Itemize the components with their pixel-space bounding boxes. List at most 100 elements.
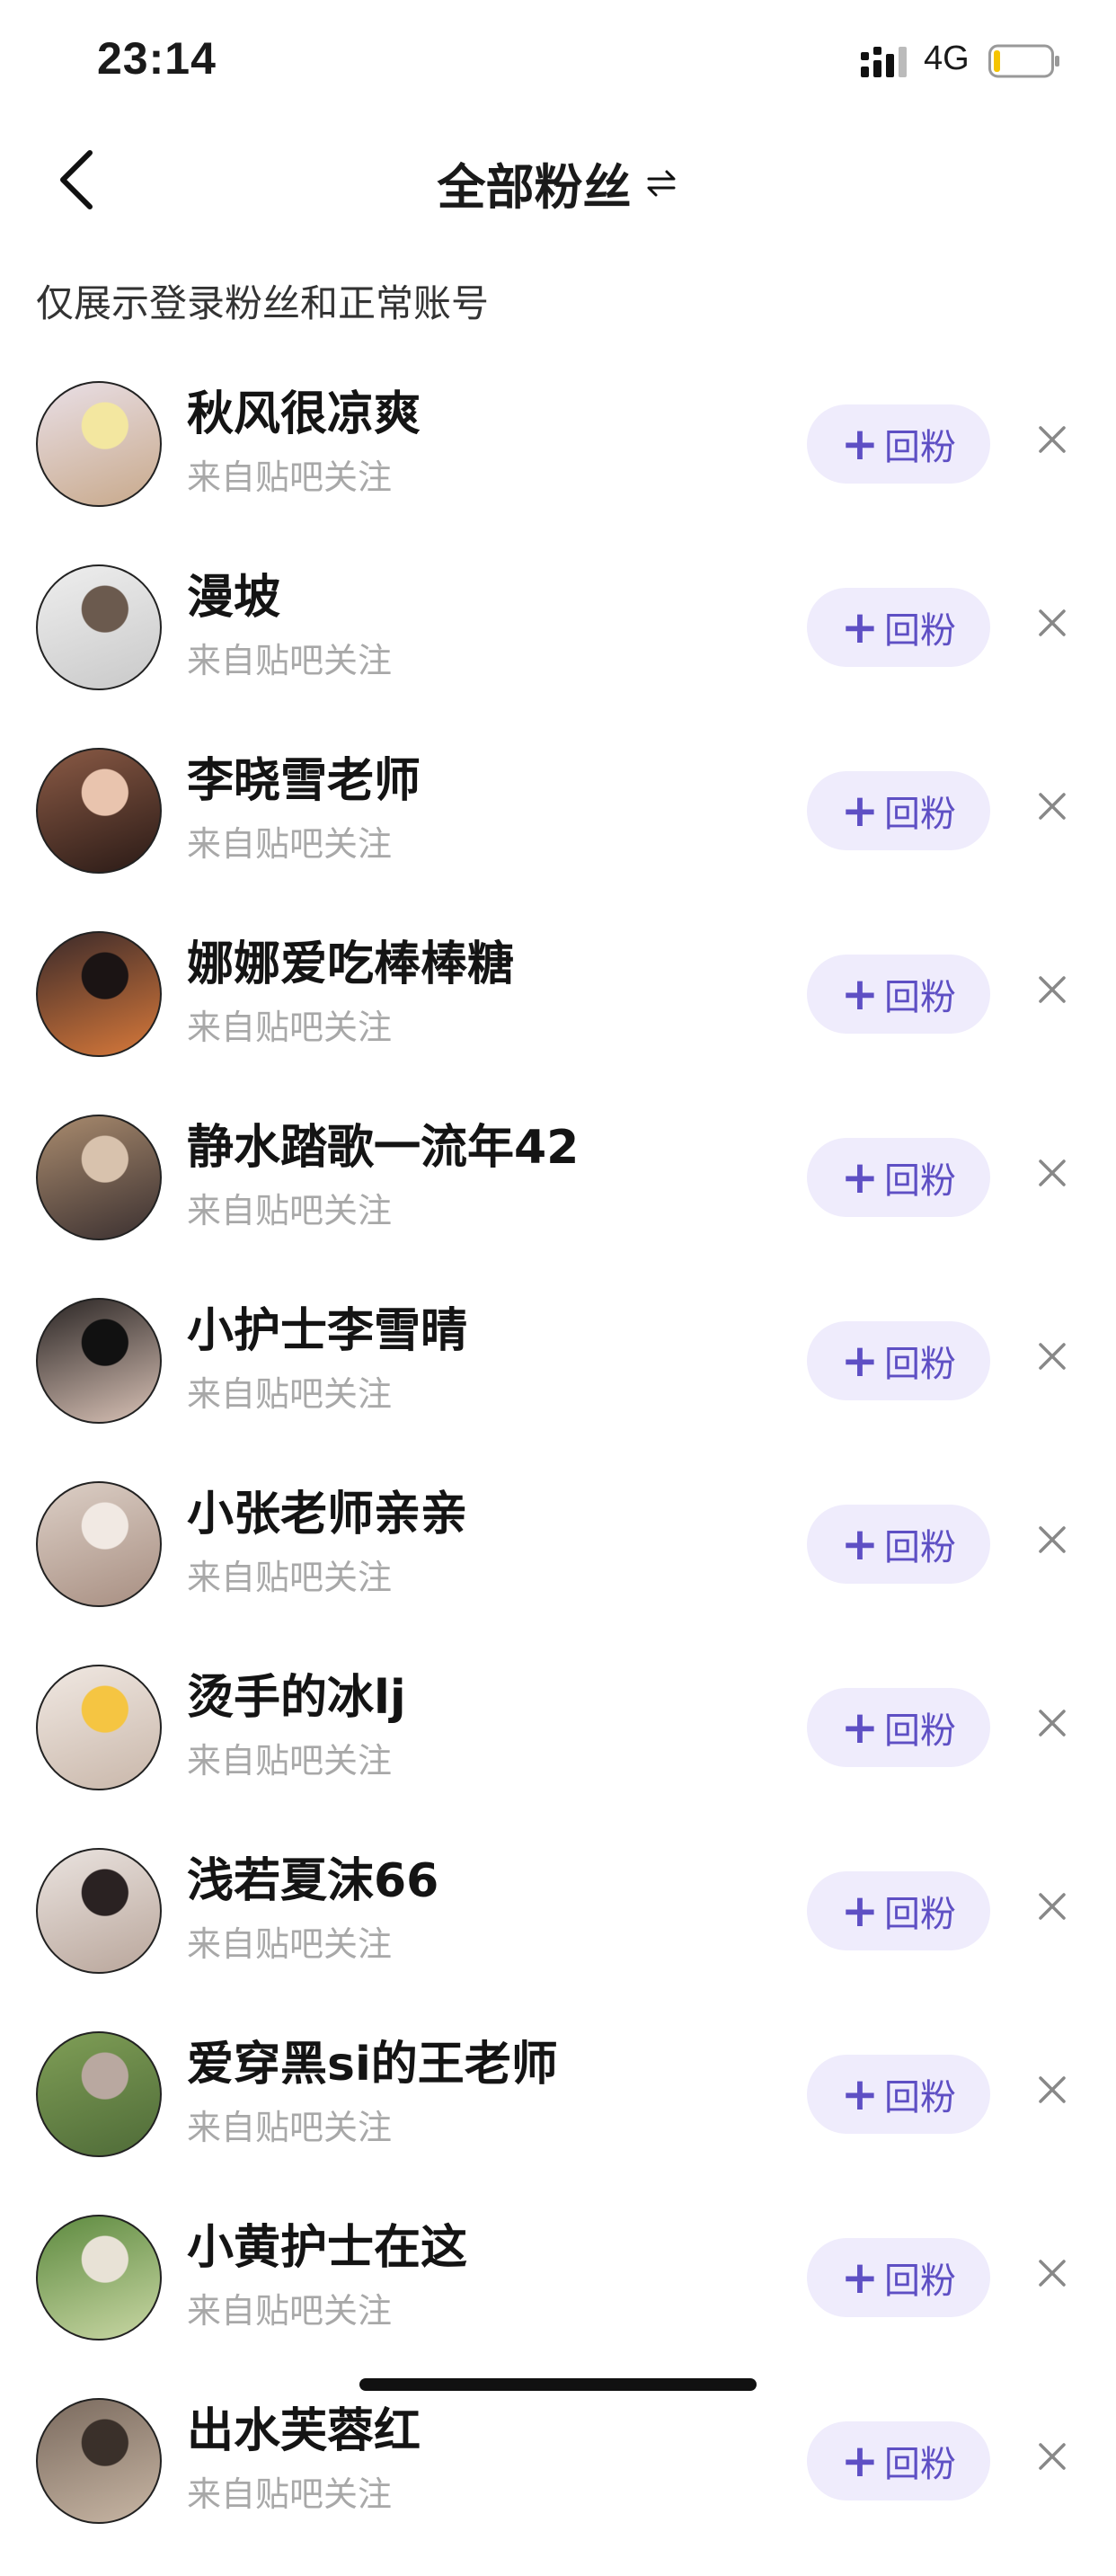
switch-arrows-icon[interactable] <box>643 165 679 201</box>
plus-icon: + <box>841 968 879 1020</box>
fan-list-item[interactable]: 小护士李雪晴 来自贴吧关注 + 回粉 <box>0 1292 1116 1476</box>
fan-source: 来自贴吧关注 <box>187 824 393 864</box>
fan-name[interactable]: 浅若夏沫66 <box>187 1843 438 1910</box>
remove-fan-close-icon[interactable] <box>1032 2436 1073 2477</box>
avatar[interactable] <box>36 381 162 507</box>
remove-fan-close-icon[interactable] <box>1032 1702 1073 1744</box>
follow-back-button[interactable]: + 回粉 <box>807 2238 990 2317</box>
follow-back-button[interactable]: + 回粉 <box>807 955 990 1034</box>
remove-fan-close-icon[interactable] <box>1032 1886 1073 1927</box>
follow-back-label: 回粉 <box>883 1344 956 1385</box>
plus-icon: + <box>841 1701 879 1754</box>
fan-name[interactable]: 出水芙蓉红 <box>187 2393 421 2460</box>
avatar[interactable] <box>36 1298 162 1424</box>
remove-fan-close-icon[interactable] <box>1032 1336 1073 1377</box>
status-bar: 23:14 4G <box>0 0 1116 126</box>
avatar[interactable] <box>36 931 162 1057</box>
follow-back-label: 回粉 <box>883 610 956 652</box>
fan-list-item[interactable]: 娜娜爱吃棒棒糖来自贴吧关注 + 回粉 <box>0 926 1116 1109</box>
fan-name[interactable]: 秋风很凉爽 <box>187 376 421 443</box>
fan-list-item[interactable]: 烫手的冰lj 来自贴吧关注 + 回粉 <box>0 1659 1116 1843</box>
home-indicator <box>359 2378 757 2391</box>
signal-strength-icon <box>861 47 907 77</box>
fan-list-item[interactable]: 爱穿黑si的王老师来自贴吧关注 + 回粉 <box>0 2026 1116 2209</box>
remove-fan-close-icon[interactable] <box>1032 2069 1073 2110</box>
plus-icon: + <box>841 1885 879 1937</box>
follow-back-button[interactable]: + 回粉 <box>807 1321 990 1400</box>
remove-fan-close-icon[interactable] <box>1032 602 1073 644</box>
follow-back-button[interactable]: + 回粉 <box>807 2055 990 2134</box>
follow-back-button[interactable]: + 回粉 <box>807 1688 990 1767</box>
fan-list-item[interactable]: 漫坡来自贴吧关注 + 回粉 <box>0 559 1116 742</box>
fans-notice-text: 仅展示登录粉丝和正常账号 <box>36 281 490 325</box>
follow-back-button[interactable]: + 回粉 <box>807 1505 990 1584</box>
follow-back-button[interactable]: + 回粉 <box>807 1871 990 1950</box>
follow-back-label: 回粉 <box>883 1894 956 1935</box>
fan-name[interactable]: 小护士李雪晴 <box>187 1292 467 1360</box>
fan-list-item[interactable]: 李晓雪老师来自贴吧关注 + 回粉 <box>0 742 1116 926</box>
fan-list-item[interactable]: 静水踏歌一流年42 来自贴吧关注 + 回粉 <box>0 1109 1116 1292</box>
avatar[interactable] <box>36 1115 162 1240</box>
fan-source: 来自贴吧关注 <box>187 1191 393 1230</box>
fan-list-item[interactable]: 秋风很凉爽 来自贴吧关注 + 回粉 <box>0 376 1116 559</box>
avatar[interactable] <box>36 564 162 690</box>
follow-back-label: 回粉 <box>883 2261 956 2302</box>
avatar[interactable] <box>36 1481 162 1607</box>
avatar[interactable] <box>36 2215 162 2341</box>
fan-name[interactable]: 烫手的冰lj <box>187 1659 406 1727</box>
fan-list-item[interactable]: 出水芙蓉红来自贴吧关注 + 回粉 <box>0 2393 1116 2576</box>
plus-icon: + <box>841 2435 879 2487</box>
remove-fan-close-icon[interactable] <box>1032 786 1073 827</box>
status-time: 23:14 <box>97 33 217 84</box>
plus-icon: + <box>841 1518 879 1570</box>
plus-icon: + <box>841 2068 879 2120</box>
navigation-bar: 全部粉丝 <box>0 126 1116 234</box>
plus-icon: + <box>841 418 879 470</box>
follow-back-label: 回粉 <box>883 2077 956 2119</box>
follow-back-button[interactable]: + 回粉 <box>807 588 990 667</box>
network-type-label: 4G <box>924 40 970 77</box>
follow-back-button[interactable]: + 回粉 <box>807 771 990 850</box>
avatar[interactable] <box>36 2031 162 2157</box>
plus-icon: + <box>841 785 879 837</box>
fan-list-item[interactable]: 浅若夏沫66 来自贴吧关注 + 回粉 <box>0 1843 1116 2026</box>
avatar[interactable] <box>36 2398 162 2524</box>
plus-icon: + <box>841 601 879 653</box>
remove-fan-close-icon[interactable] <box>1032 1152 1073 1194</box>
fan-source: 来自贴吧关注 <box>187 2108 393 2147</box>
fan-name[interactable]: 漫坡 <box>187 559 280 626</box>
fan-source: 来自贴吧关注 <box>187 1008 393 1047</box>
fan-source: 来自贴吧关注 <box>187 641 393 680</box>
remove-fan-close-icon[interactable] <box>1032 419 1073 460</box>
fan-name[interactable]: 静水踏歌一流年42 <box>187 1109 579 1177</box>
fan-source: 来自贴吧关注 <box>187 1558 393 1597</box>
fan-name[interactable]: 爱穿黑si的王老师 <box>187 2026 558 2093</box>
follow-back-label: 回粉 <box>883 2444 956 2485</box>
nav-title-group: 全部粉丝 <box>0 147 1116 218</box>
avatar[interactable] <box>36 1848 162 1974</box>
remove-fan-close-icon[interactable] <box>1032 2252 1073 2294</box>
fan-name[interactable]: 娜娜爱吃棒棒糖 <box>187 926 514 993</box>
fan-source: 来自贴吧关注 <box>187 2474 393 2514</box>
fan-name[interactable]: 小张老师亲亲 <box>187 1476 467 1543</box>
follow-back-button[interactable]: + 回粉 <box>807 2421 990 2500</box>
follow-back-button[interactable]: + 回粉 <box>807 404 990 484</box>
fan-list-item[interactable]: 小黄护士在这 来自贴吧关注 + 回粉 <box>0 2209 1116 2393</box>
follow-back-label: 回粉 <box>883 794 956 835</box>
follow-back-label: 回粉 <box>883 1527 956 1568</box>
fan-list-item[interactable]: 小张老师亲亲来自贴吧关注 + 回粉 <box>0 1476 1116 1659</box>
plus-icon: + <box>841 1151 879 1204</box>
avatar[interactable] <box>36 748 162 874</box>
plus-icon: + <box>841 1335 879 1387</box>
page-title: 全部粉丝 <box>437 159 632 216</box>
remove-fan-close-icon[interactable] <box>1032 969 1073 1010</box>
remove-fan-close-icon[interactable] <box>1032 1519 1073 1560</box>
fan-source: 来自贴吧关注 <box>187 1924 393 1964</box>
fan-name[interactable]: 李晓雪老师 <box>187 742 421 810</box>
fan-source: 来自贴吧关注 <box>187 1741 393 1781</box>
fan-name[interactable]: 小黄护士在这 <box>187 2209 467 2277</box>
follow-back-button[interactable]: + 回粉 <box>807 1138 990 1217</box>
follow-back-label: 回粉 <box>883 1710 956 1752</box>
follow-back-label: 回粉 <box>883 977 956 1018</box>
avatar[interactable] <box>36 1665 162 1790</box>
